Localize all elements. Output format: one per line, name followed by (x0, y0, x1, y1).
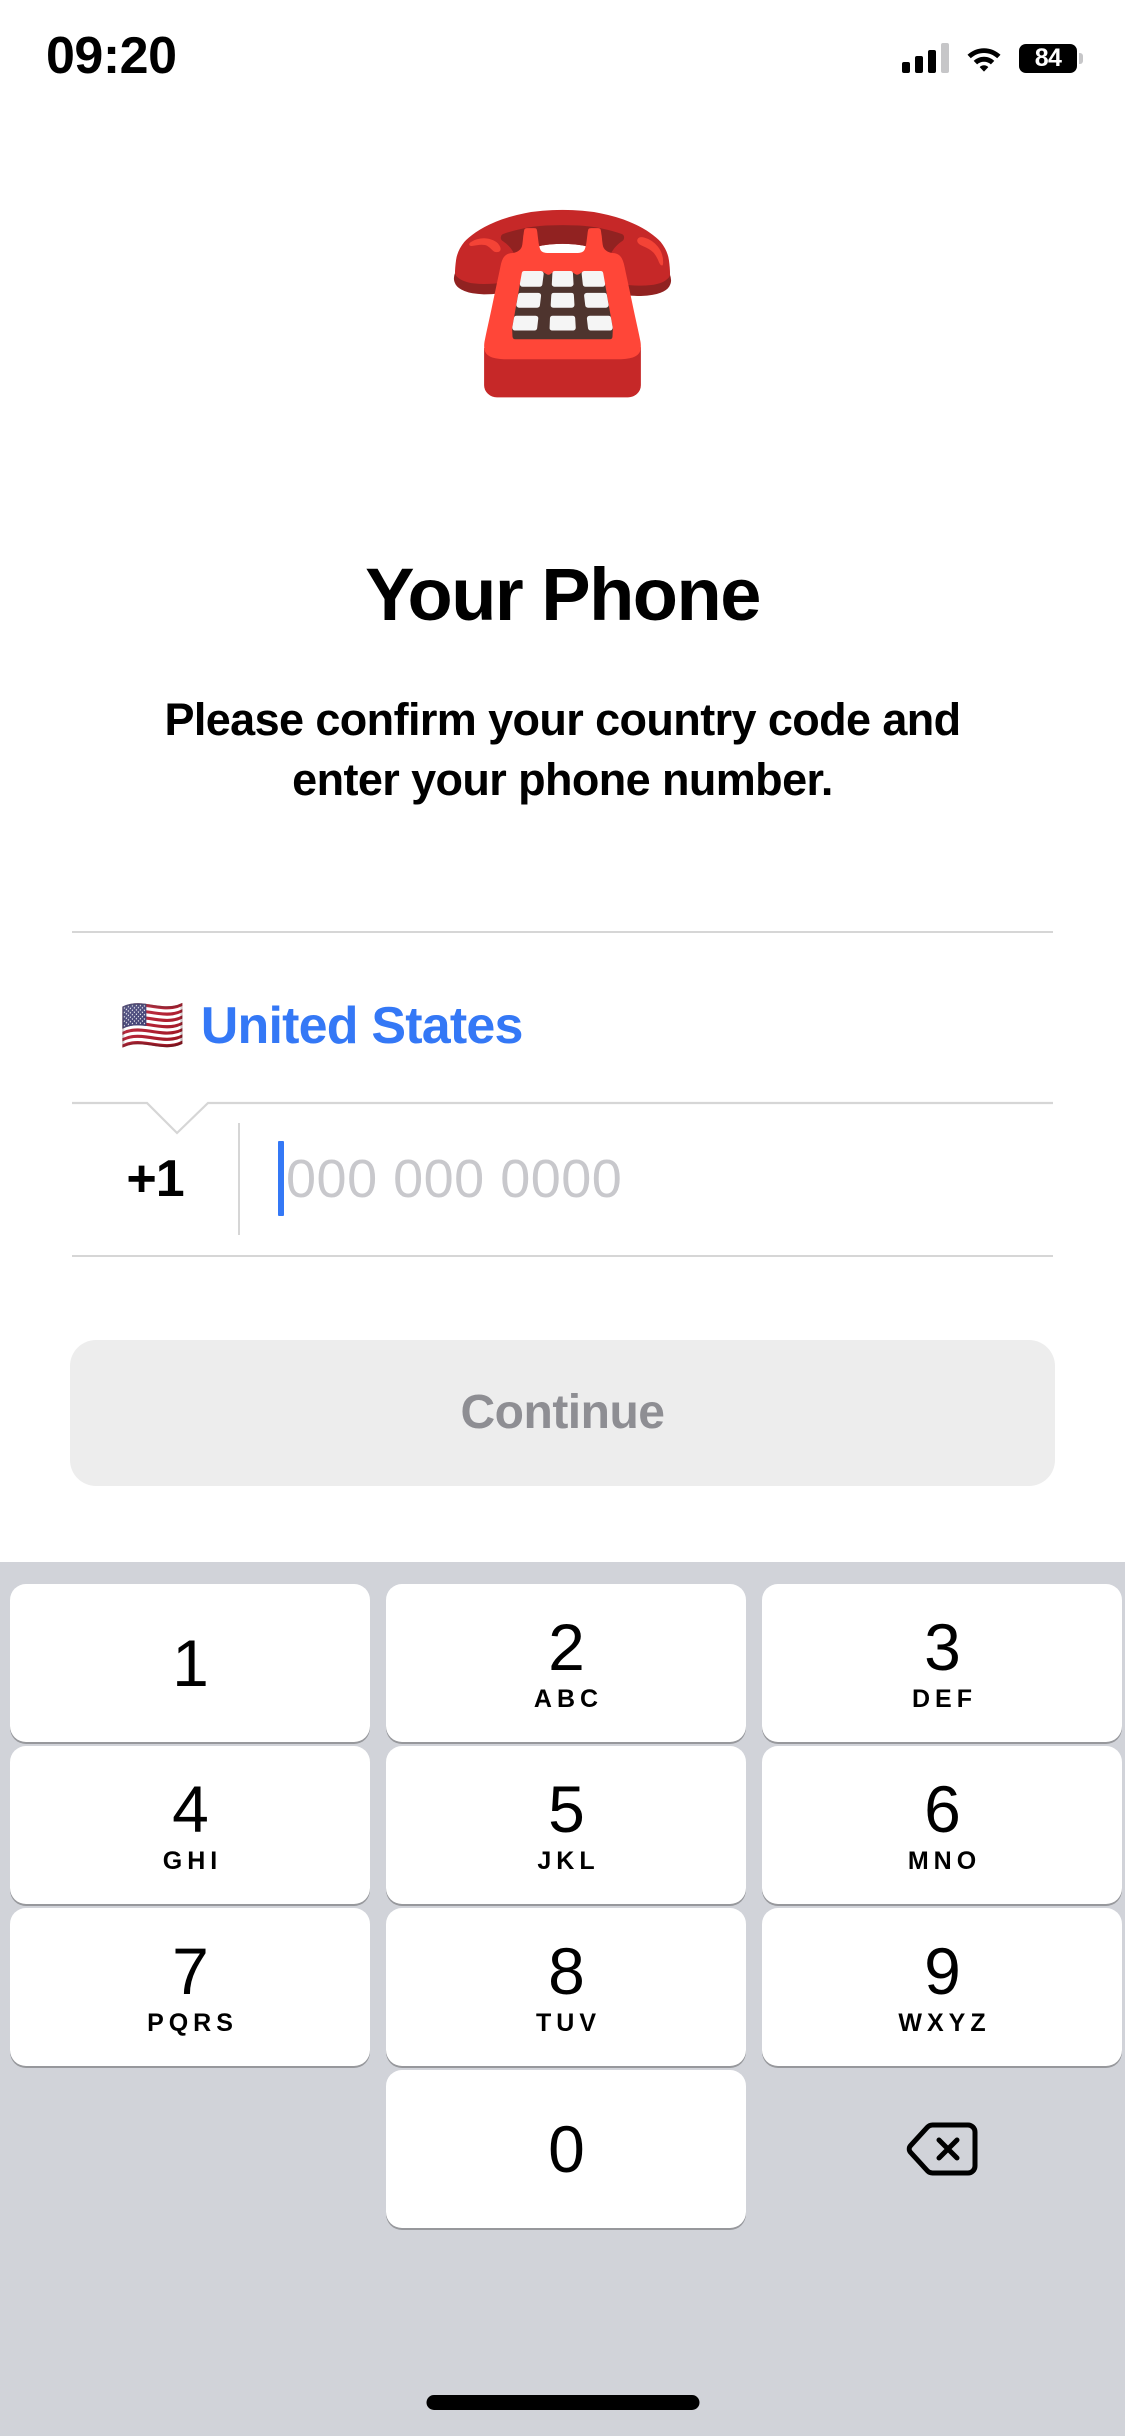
phone-number-placeholder: 000 000 0000 (286, 1149, 623, 1209)
keypad-key-5[interactable]: 5 JKL (386, 1746, 746, 1904)
keypad-row: 7 PQRS 8 TUV 9 WXYZ (0, 1908, 1125, 2066)
status-bar-indicators: 84 (902, 36, 1083, 80)
keypad-key-digit: 3 (924, 1610, 961, 1684)
keypad-key-9[interactable]: 9 WXYZ (762, 1908, 1122, 2066)
keypad-key-digit: 1 (172, 1626, 209, 1700)
country-name-label: United States (200, 997, 524, 1055)
keypad-key-1[interactable]: 1 (10, 1584, 370, 1742)
keypad-backspace-button[interactable] (762, 2070, 1122, 2228)
keypad-row: 0 (0, 2070, 1125, 2228)
keypad-key-letters: MNO (907, 1847, 982, 1875)
backspace-icon (906, 2122, 978, 2176)
keypad-key-letters: ABC (533, 1685, 604, 1713)
country-selector-row[interactable]: 🇺🇸 United States (72, 962, 1053, 1090)
keypad-key-digit: 5 (548, 1772, 585, 1846)
keypad-row: 4 GHI 5 JKL 6 MNO (0, 1746, 1125, 1904)
divider-bottom (72, 1255, 1053, 1257)
cellular-bars-icon (902, 43, 949, 73)
keypad-key-7[interactable]: 7 PQRS (10, 1908, 370, 2066)
keypad-key-4[interactable]: 4 GHI (10, 1746, 370, 1904)
battery-level-label: 84 (1034, 43, 1062, 72)
home-indicator (426, 2395, 699, 2410)
keypad-key-digit: 7 (172, 1934, 209, 2008)
keypad-key-digit: 2 (548, 1610, 585, 1684)
continue-button-label: Continue (460, 1386, 665, 1439)
battery-icon: 84 (1019, 43, 1083, 73)
keypad-key-digit: 9 (924, 1934, 961, 2008)
keypad-key-2[interactable]: 2 ABC (386, 1584, 746, 1742)
keypad-key-letters: TUV (536, 2009, 601, 2037)
country-code-label: +1 (126, 1150, 184, 1208)
keypad-key-digit: 0 (548, 2112, 585, 2186)
status-bar-time: 09:20 (46, 27, 177, 85)
wifi-icon (967, 48, 1001, 72)
keypad-key-3[interactable]: 3 DEF (762, 1584, 1122, 1742)
phone-number-row[interactable]: +1 000 000 0000 (72, 1104, 1053, 1254)
keypad-key-digit: 6 (924, 1772, 961, 1846)
numeric-keypad: 1 2 ABC 3 DEF 4 GHI 5 JKL 6 MNO 7 PQRS 8… (0, 1562, 1125, 2436)
page-subtitle: Please confirm your country code and ent… (164, 694, 961, 805)
keypad-key-digit: 4 (172, 1772, 209, 1846)
keypad-key-6[interactable]: 6 MNO (762, 1746, 1122, 1904)
keypad-key-letters: JKL (537, 1847, 600, 1875)
text-caret (278, 1141, 284, 1216)
keypad-key-letters: WXYZ (898, 2009, 991, 2037)
keypad-key-0[interactable]: 0 (386, 2070, 746, 2228)
status-bar: 09:20 84 (0, 0, 1125, 132)
divider-top (72, 931, 1053, 933)
keypad-key-letters: PQRS (147, 2009, 238, 2037)
keypad-key-blank (10, 2070, 370, 2228)
keypad-key-letters: DEF (912, 1685, 977, 1713)
telephone-emoji: ☎️ (444, 187, 681, 399)
page-title: Your Phone (365, 553, 761, 636)
keypad-key-8[interactable]: 8 TUV (386, 1908, 746, 2066)
keypad-key-digit: 8 (548, 1934, 585, 2008)
phone-number-entry-screen: 09:20 84 ☎️ Your Phone Please confirm yo… (0, 0, 1125, 2436)
continue-button[interactable]: Continue (70, 1340, 1055, 1486)
phone-number-input[interactable]: 000 000 0000 (240, 1104, 1053, 1254)
keypad-row: 1 2 ABC 3 DEF (0, 1584, 1125, 1742)
keypad-key-letters: GHI (162, 1847, 223, 1875)
flag-icon: 🇺🇸 (120, 997, 185, 1055)
